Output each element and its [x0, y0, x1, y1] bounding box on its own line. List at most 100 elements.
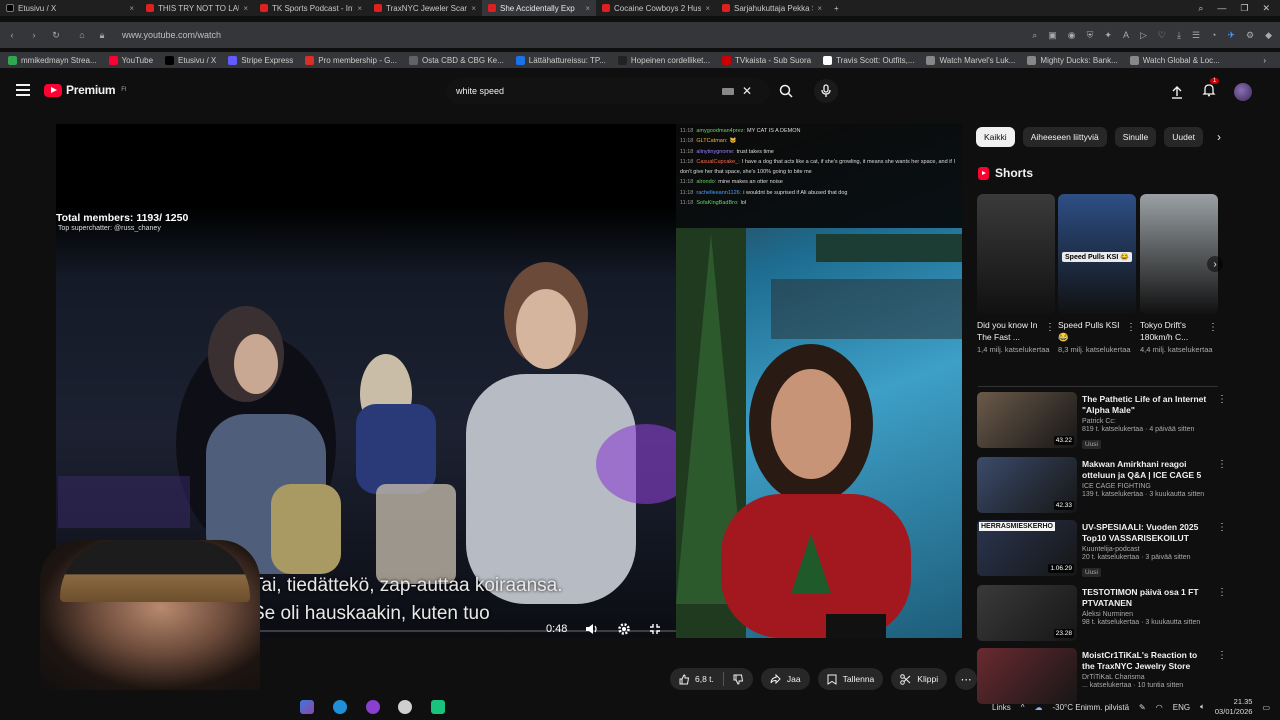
video-thumbnail[interactable]: 23.28 [977, 585, 1077, 641]
more-options-icon[interactable]: ⋮ [1217, 522, 1227, 533]
keyboard-icon[interactable] [721, 87, 734, 95]
more-actions-button[interactable]: ⋯ [955, 668, 978, 690]
chevron-up-icon[interactable]: ^ [1021, 703, 1025, 712]
more-options-icon[interactable]: ⋮ [1217, 459, 1227, 470]
short-card[interactable]: Tokyo Drift's 180km/h C... 4,4 milj. kats… [1140, 194, 1218, 355]
close-window-icon[interactable]: ✕ [1262, 3, 1270, 14]
dislike-button[interactable] [724, 668, 753, 690]
vpn-icon[interactable]: ✈ [1227, 30, 1235, 41]
browser-tab[interactable]: Sarjahukuttaja Pekka Sepp × [716, 0, 828, 16]
browser-tab[interactable]: She Accidentally Exp × [482, 0, 596, 16]
forward-icon[interactable]: › [26, 30, 42, 40]
camera-icon[interactable]: ◉ [1068, 30, 1076, 41]
profile-icon[interactable]: ◔ [1211, 30, 1216, 40]
bookmark-item[interactable]: Osta CBD & CBG Ke... [408, 55, 504, 65]
more-options-icon[interactable]: ⋮ [1045, 322, 1055, 333]
more-options-icon[interactable]: ⋮ [1217, 587, 1227, 598]
bookmark-item[interactable]: Lättähattureissu: TP... [515, 55, 606, 65]
bookmark-item[interactable]: Hopeinen cordelliket... [617, 55, 710, 65]
bookmark-item[interactable]: Mighty Ducks: Bank... [1027, 55, 1118, 65]
app-icon[interactable] [398, 700, 412, 714]
search-button[interactable] [772, 78, 800, 104]
bookmark-item[interactable]: Travis Scott: Outfits,... [823, 55, 914, 65]
more-options-icon[interactable]: ⋮ [1208, 322, 1218, 333]
browser-tab[interactable]: TraxNYC Jeweler Scam Sit × [368, 0, 482, 16]
close-tab-icon[interactable]: × [705, 4, 710, 13]
chips-next-arrow-icon[interactable]: › [1217, 130, 1221, 144]
bookmark-item[interactable]: Pro membership - G... [305, 55, 397, 65]
url-input[interactable]: www.youtube.com/watch [122, 30, 221, 40]
notification-center-icon[interactable]: ▭ [1262, 703, 1270, 712]
video-title[interactable]: Makwan Amirkhani reagoi otteluun ja Q&A … [1082, 459, 1210, 481]
short-thumbnail[interactable] [1140, 194, 1218, 314]
channel-name[interactable]: ICE CAGE FIGHTING [1082, 483, 1210, 490]
reload-icon[interactable]: ↻ [48, 30, 64, 41]
minimize-icon[interactable]: — [1217, 3, 1226, 13]
favorite-icon[interactable]: ♡ [1158, 30, 1166, 41]
app-icon[interactable] [431, 700, 445, 714]
bookmark-item[interactable]: Watch Global & Loc... [1129, 55, 1220, 65]
browser-tab[interactable]: TK Sports Podcast - Intro × [254, 0, 368, 16]
close-tab-icon[interactable]: × [471, 4, 476, 13]
exit-fullscreen-icon[interactable] [649, 623, 661, 635]
copilot-app-icon[interactable] [300, 700, 314, 714]
bookmark-item[interactable]: Watch Marvel's Luk... [926, 55, 1015, 65]
settings-gear-icon[interactable] [617, 622, 631, 636]
share-button[interactable]: Jaa [760, 668, 810, 690]
filter-chip[interactable]: Sinulle [1114, 127, 1157, 147]
related-video[interactable]: HERRASMIESKERHO 1.06.29 UV-SPESIAALI: Vuod… [977, 520, 1227, 578]
notifications-button[interactable]: 1 [1202, 78, 1220, 102]
language[interactable]: ENG [1173, 703, 1190, 712]
speaker-icon[interactable]: 🔈︎ [1200, 702, 1205, 712]
channel-name[interactable]: Kuuntelija-podcast [1082, 546, 1210, 553]
close-tab-icon[interactable]: × [129, 4, 134, 13]
short-thumbnail[interactable] [977, 194, 1055, 314]
shield-icon[interactable]: ⛨ [1087, 30, 1094, 41]
bookmarks-overflow-icon[interactable]: › [1263, 56, 1266, 65]
channel-name[interactable]: DrTiTiKaL Charisma [1082, 674, 1210, 681]
channel-name[interactable]: Aleksi Nurminen [1082, 611, 1210, 618]
short-title[interactable]: Did you know In The Fast ... [977, 319, 1043, 343]
short-title[interactable]: Speed Pulls KSI 😂 [1058, 319, 1124, 343]
more-options-icon[interactable]: ⋮ [1217, 394, 1227, 405]
video-thumbnail[interactable]: 43.22 [977, 392, 1077, 448]
pen-icon[interactable]: ✎ [1139, 703, 1146, 712]
wifi-icon[interactable]: ◠ [1156, 703, 1163, 712]
weather-text[interactable]: -30°C Enimm. pilvistä [1052, 703, 1129, 712]
settings-icon[interactable]: ⚙ [1246, 30, 1254, 41]
volume-icon[interactable] [585, 623, 599, 635]
shorts-next-arrow-icon[interactable]: › [1207, 256, 1223, 272]
filter-chip[interactable]: Uudet [1164, 127, 1203, 147]
clock[interactable]: 21.35 03/01/2026 [1215, 697, 1253, 717]
collections-icon[interactable]: ☰ [1192, 30, 1200, 41]
links-label[interactable]: Links [992, 703, 1011, 712]
close-tab-icon[interactable]: × [817, 4, 822, 13]
download-icon[interactable]: ⤓ [1177, 30, 1181, 41]
browser-tab[interactable]: Cocaine Cowboys 2 Hustl × [596, 0, 716, 16]
lock-icon[interactable]: 🔒︎ [94, 30, 110, 41]
video-title[interactable]: MoistCr1TiKaL's Reaction to the TraxNYC … [1082, 650, 1210, 672]
short-title[interactable]: Tokyo Drift's 180km/h C... [1140, 319, 1206, 343]
home-icon[interactable]: ⌂ [74, 30, 90, 40]
video-thumbnail[interactable]: HERRASMIESKERHO 1.06.29 [977, 520, 1077, 576]
related-video[interactable]: 23.28 TESTOTIMON päivä osa 1 FT PTVATANEN… [977, 585, 1227, 643]
edge-app-icon[interactable] [333, 700, 347, 714]
close-tab-icon[interactable]: × [243, 4, 248, 13]
copilot-icon[interactable]: ◆ [1265, 30, 1272, 41]
app-icon[interactable] [366, 700, 380, 714]
channel-name[interactable]: Patrick Cc: [1082, 418, 1210, 425]
youtube-premium-logo[interactable]: Premium FI [44, 83, 127, 97]
search-input[interactable]: white speed ✕ [446, 78, 770, 104]
short-card[interactable]: Did you know In The Fast ... 1,4 milj. ka… [977, 194, 1055, 355]
video-title[interactable]: TESTOTIMON päivä osa 1 FT PTVATANEN [1082, 587, 1210, 609]
lens-icon[interactable]: ⌕ [1032, 30, 1037, 41]
close-tab-icon[interactable]: × [585, 4, 590, 13]
video-thumbnail[interactable]: 42.33 [977, 457, 1077, 513]
voice-search-button[interactable] [814, 79, 838, 103]
back-icon[interactable]: ‹ [4, 30, 20, 40]
extension-icon[interactable]: ✦ [1104, 30, 1112, 41]
filter-chip[interactable]: Kaikki [976, 127, 1015, 147]
more-options-icon[interactable]: ⋮ [1217, 650, 1227, 661]
short-card[interactable]: Speed Pulls KSI 😂 Speed Pulls KSI 😂 8,3 mi… [1058, 194, 1136, 355]
filter-chip[interactable]: Aiheeseen liittyviä [1022, 127, 1107, 147]
